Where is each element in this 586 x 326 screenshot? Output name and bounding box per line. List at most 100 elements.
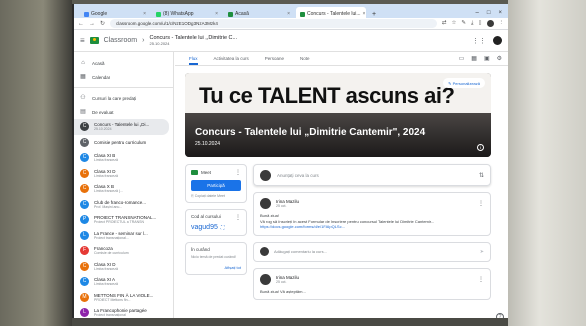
announce-box[interactable]: Anunțați ceva la curs ⇅: [253, 164, 491, 186]
close-tab-icon[interactable]: ×: [143, 11, 146, 17]
tab-favicon-icon: [156, 11, 161, 17]
header-actions: ⋮⋮: [472, 36, 502, 45]
translate-icon[interactable]: ⇄: [442, 20, 447, 27]
announcement-header: Irina Mazilu 25 oct. ⋮: [260, 273, 484, 285]
browser-menu-icon[interactable]: ⋮: [499, 20, 505, 27]
class-text: La France - seminar sur l... Proiect tran…: [94, 231, 148, 240]
calendar-icon: ▦: [80, 74, 86, 80]
browser-tab-active[interactable]: Concurs - Talentele lui... ×: [296, 7, 366, 18]
class-avatar: C: [80, 122, 89, 132]
class-banner: Tu ce TALENT ascuns ai? Concurs - Talent…: [185, 73, 491, 157]
sidebar-item-calendar[interactable]: ▦ Calendar: [74, 70, 173, 84]
star-icon[interactable]: ☆: [451, 20, 456, 27]
copy-meet-link[interactable]: ⎘ Copiați datele Meet: [191, 194, 241, 198]
sidebar-class-item[interactable]: P PROIECT TRANSNATIONAL... Proiect PROIECT…: [74, 212, 173, 228]
sidebar-class-item[interactable]: C Clasa XI D Limba franceză: [74, 166, 173, 182]
calendar-icon[interactable]: ▦: [471, 55, 477, 62]
apps-grid-icon[interactable]: ⋮⋮: [472, 37, 486, 45]
review-icon: ▤: [80, 109, 86, 115]
main-menu-icon[interactable]: ≡: [80, 36, 85, 45]
video-icon[interactable]: ▭: [459, 55, 465, 62]
browser-tab[interactable]: Acasă ×: [224, 7, 294, 18]
sidebar-class-item[interactable]: C Clasa XI B Limba franceză: [74, 150, 173, 166]
tab-label: Concurs - Talentele lui...: [307, 11, 361, 17]
tab-label: (8) WhatsApp: [163, 11, 194, 17]
back-icon[interactable]: ←: [78, 21, 84, 27]
class-date: 25.10.2024: [149, 41, 170, 46]
browser-toolbar: ← → ↻ classroom.google.com/u/1/c/NzE1ODg…: [74, 18, 508, 30]
form-link[interactable]: https://docs.google.com/forms/d/e/1FAIpQ…: [260, 224, 484, 230]
meet-card: Meet ⋮ Participă ⎘ Copiați datele Meet: [185, 164, 247, 203]
drive-folder-icon[interactable]: ▣: [484, 55, 490, 62]
class-subtitle: PROIECT Mettons fin...: [94, 297, 131, 302]
settings-icon[interactable]: ⚙: [497, 55, 502, 62]
account-avatar[interactable]: [493, 36, 502, 45]
sidebar-class-item[interactable]: M METTONS FIN À LA VIOLE... PROIECT Metton…: [74, 290, 173, 306]
new-tab-icon[interactable]: +: [368, 11, 380, 18]
class-text: Clasa X B Limba franceză (...: [94, 184, 123, 193]
info-icon[interactable]: i: [477, 144, 484, 151]
people-icon: ⚇: [80, 95, 86, 101]
sidebar-item-home[interactable]: ⌂ Acasă: [74, 56, 173, 70]
download-icon[interactable]: ⤓: [471, 20, 473, 27]
more-options-icon[interactable]: ⋮: [478, 276, 484, 283]
class-text: Club de franco-romance... Prof. Mașini an…: [94, 200, 146, 209]
upcoming-label: În curând: [191, 247, 210, 252]
class-tabs: Flux Activitatea la curs Persoane Note ▭…: [175, 52, 508, 66]
browser-tab[interactable]: Google ×: [80, 7, 150, 18]
class-avatar: F: [80, 246, 89, 256]
sidebar-item-teaching[interactable]: ⚇ Cursuri la care predați: [74, 91, 173, 105]
sidebar-class-item[interactable]: C Clasa X B Limba franceză (...: [74, 181, 173, 197]
classroom-brand[interactable]: Classroom: [104, 37, 137, 44]
more-options-icon[interactable]: ⋮: [235, 169, 241, 176]
sidebar-class-item[interactable]: C Club de franco-romance... Prof. Mașini a…: [74, 197, 173, 213]
class-avatar: L: [80, 308, 89, 318]
class-text: La Francophonie partagée Proiect transnaț…: [94, 308, 147, 317]
class-list: C Concurs - Talentele lui „Di... 25.10.202…: [74, 119, 173, 321]
close-tab-icon[interactable]: ×: [287, 11, 290, 17]
class-text: Clasa XI D Limba franceză: [94, 169, 118, 178]
breadcrumb[interactable]: Concurs - Talentele lui ,,Dimitrie C... …: [149, 35, 237, 46]
join-meet-button[interactable]: Participă: [191, 180, 241, 191]
browser-tabstrip: Google × (8) WhatsApp × Acasă × Concurs - T…: [74, 4, 508, 18]
monitor-bezel-left: [0, 0, 72, 326]
class-subtitle: 25.10.2024: [94, 127, 112, 132]
avatar: [260, 273, 271, 285]
minimize-icon[interactable]: –: [476, 10, 479, 16]
meet-icon: [191, 170, 198, 175]
breadcrumb-chevron-icon: ›: [142, 37, 145, 44]
fullscreen-icon[interactable]: ⛶: [221, 225, 225, 231]
sidebar-class-item[interactable]: C Clasa XI D Limba franceză: [74, 259, 173, 275]
comment-row[interactable]: Adăugați comentariu la curs... ➤: [253, 241, 491, 262]
sidebar-class-item[interactable]: C Clasa XI A Limba franceză: [74, 274, 173, 290]
more-options-icon[interactable]: ⋮: [235, 214, 241, 221]
tab-grades[interactable]: Note: [300, 56, 310, 65]
maximize-icon[interactable]: □: [487, 10, 491, 16]
reload-icon[interactable]: ↻: [100, 20, 105, 27]
close-tab-icon[interactable]: ×: [215, 11, 218, 17]
sidebar-class-item[interactable]: L La France - seminar sur l... Proiect tra…: [74, 228, 173, 244]
personalize-button[interactable]: ✎ Personalizează: [443, 78, 485, 88]
tab-people[interactable]: Persoane: [265, 56, 284, 65]
sidebar-item-to-review[interactable]: ▤ De evaluat: [74, 105, 173, 119]
tab-classwork[interactable]: Activitatea la curs: [214, 56, 249, 65]
sidebar-class-item[interactable]: F Francoza Comisie de curriculum: [74, 243, 173, 259]
tab-stream[interactable]: Flux: [189, 56, 198, 65]
view-all-link[interactable]: Afișați tot: [191, 265, 241, 270]
window-controls: – □ ×: [470, 10, 508, 18]
browser-tab[interactable]: (8) WhatsApp ×: [152, 7, 222, 18]
close-window-icon[interactable]: ×: [498, 10, 502, 16]
close-tab-icon[interactable]: ×: [363, 11, 366, 17]
address-bar[interactable]: classroom.google.com/u/1/c/NzE1ODg3NzA3M…: [110, 19, 437, 28]
sidebar-class-item[interactable]: C Concurs - Talentele lui „Di... 25.10.202…: [74, 119, 169, 135]
forward-icon[interactable]: →: [89, 21, 95, 27]
extensions-icon[interactable]: ✎: [461, 20, 466, 27]
repost-icon[interactable]: ⇅: [479, 172, 484, 179]
post-date: 25 oct.: [276, 204, 287, 208]
sidebar-class-item[interactable]: C Comisie pentru curriculum: [74, 135, 173, 151]
more-options-icon[interactable]: ⋮: [478, 200, 484, 207]
send-icon[interactable]: ➤: [480, 249, 484, 255]
sidepanel-icon[interactable]: ▯: [478, 20, 481, 27]
post-date: 25 oct.: [276, 279, 287, 284]
browser-profile-avatar[interactable]: [486, 20, 494, 27]
